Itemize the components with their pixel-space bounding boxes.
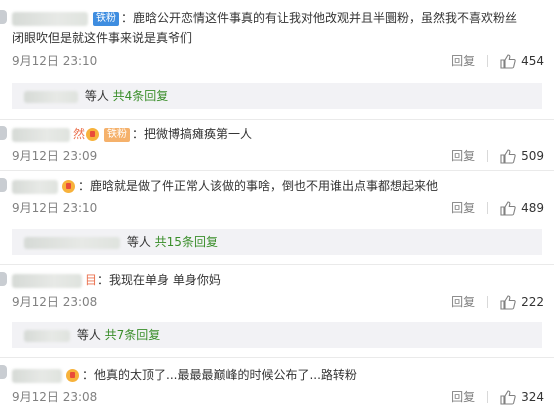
vip-icon	[66, 369, 79, 382]
subreply-count-link[interactable]: 共15条回复	[155, 235, 218, 249]
commenter-name[interactable]	[12, 127, 70, 142]
comment-text: ：鹿晗公开恋情这件事真的有让我对他改观并且半圜粉，虽然我不喜欢粉丝	[121, 11, 518, 25]
reply-button[interactable]: 回复	[451, 199, 475, 217]
avatar[interactable]	[0, 126, 7, 140]
subreply-users	[24, 329, 70, 342]
reply-button[interactable]: 回复	[451, 52, 475, 70]
like-count: 222	[521, 295, 544, 309]
comment-time: 9月12日 23:08	[12, 390, 98, 404]
reply-button[interactable]: 回复	[451, 147, 475, 165]
subreply-who: 等人	[126, 235, 151, 249]
vip-icon	[86, 128, 100, 141]
sub-reply-summary[interactable]: 等人 共15条回复	[12, 229, 542, 255]
divider	[487, 202, 489, 214]
thumbs-up-icon	[500, 200, 516, 216]
subreply-who: 等人	[76, 328, 101, 342]
subreply-who: 等人	[84, 89, 109, 103]
commenter-name[interactable]	[12, 368, 62, 383]
avatar[interactable]	[0, 178, 7, 192]
sub-reply-summary[interactable]: 等人 共7条回复	[12, 322, 542, 348]
thumbs-up-icon	[500, 389, 516, 405]
thumbs-up-icon	[500, 294, 516, 310]
like-button[interactable]: 509	[500, 147, 544, 165]
reply-button[interactable]: 回复	[451, 388, 475, 406]
reply-button[interactable]: 回复	[451, 293, 475, 311]
subreply-count-link[interactable]: 共7条回复	[105, 328, 161, 342]
like-count: 454	[521, 54, 544, 68]
comment-text: ：把微博搞瘫痪第一人	[132, 127, 253, 141]
avatar[interactable]	[0, 365, 7, 379]
like-button[interactable]: 489	[500, 199, 544, 217]
comment-time: 9月12日 23:08	[12, 295, 98, 309]
comment-time: 9月12日 23:10	[12, 54, 98, 68]
like-button[interactable]: 454	[500, 52, 544, 70]
avatar[interactable]	[0, 272, 7, 286]
comment-time: 9月12日 23:10	[12, 201, 98, 215]
comment-text: ：我现在单身 单身你妈	[97, 273, 221, 287]
commenter-name[interactable]	[12, 11, 88, 26]
divider	[487, 150, 489, 162]
comment-text: ：他真的太顶了...最最最巅峰的时候公布了...路转粉	[82, 368, 357, 382]
divider	[0, 170, 554, 171]
comment-text-continued: 闭眼吹但是就这件事来说是真爷们	[12, 31, 193, 45]
divider	[0, 357, 554, 358]
like-count: 489	[521, 201, 544, 215]
fan-badge: 铁粉	[104, 127, 131, 142]
like-count: 324	[521, 390, 544, 404]
divider	[487, 391, 489, 403]
commenter-name-tail[interactable]: 然	[73, 127, 85, 141]
commenter-name[interactable]	[12, 179, 58, 194]
divider	[0, 119, 554, 120]
divider	[487, 296, 489, 308]
avatar[interactable]	[0, 10, 7, 24]
commenter-name[interactable]	[12, 273, 82, 288]
thumbs-up-icon	[500, 53, 516, 69]
divider	[487, 55, 489, 67]
commenter-name-tail[interactable]: 目	[85, 273, 97, 287]
fan-badge: 铁粉	[93, 11, 119, 26]
like-button[interactable]: 324	[500, 388, 544, 406]
sub-reply-summary[interactable]: 等人 共4条回复	[12, 83, 542, 109]
comment-text: ：鹿晗就是做了件正常人该做的事啥，倒也不用谁出点事都想起来他	[78, 179, 439, 193]
vip-icon	[62, 180, 75, 193]
comment-time: 9月12日 23:09	[12, 149, 98, 163]
like-count: 509	[521, 149, 544, 163]
thumbs-up-icon	[500, 148, 516, 164]
subreply-users	[24, 90, 78, 103]
subreply-count-link[interactable]: 共4条回复	[113, 89, 169, 103]
subreply-users	[24, 236, 120, 249]
divider	[0, 264, 554, 265]
like-button[interactable]: 222	[500, 293, 544, 311]
